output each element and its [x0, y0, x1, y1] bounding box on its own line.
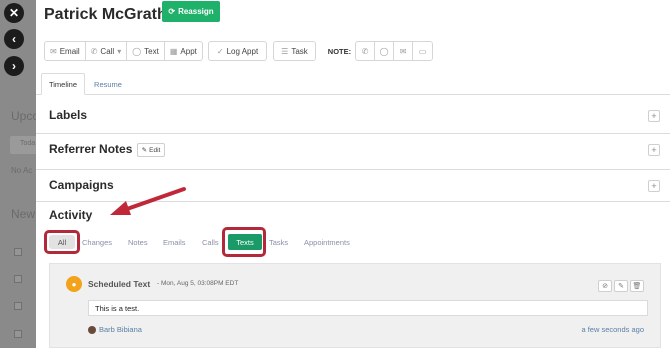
add-referrer-note-button[interactable]: + [648, 144, 660, 156]
background-checkbox [14, 302, 22, 310]
chevron-right-icon: › [12, 59, 16, 73]
person-detail-panel: Patrick McGrath ⟳ Reassign ✉ Email ✆ Call ▾… [36, 0, 670, 348]
list-icon: ☰ [281, 46, 289, 56]
chat-icon: ◯ [132, 46, 142, 56]
background-text: No Ac [11, 166, 33, 175]
plus-icon: + [651, 145, 657, 155]
person-name: Patrick McGrath [44, 6, 167, 23]
appt-button[interactable]: ▦ Appt [165, 42, 202, 60]
phone-icon: ✆ [361, 46, 369, 56]
background-checkbox [14, 248, 22, 256]
call-label: Call [100, 46, 115, 56]
activity-item: ● Scheduled Text - Mon, Aug 5, 03:08PM E… [49, 263, 661, 348]
message-body: This is a test. [88, 300, 648, 316]
next-button[interactable]: › [4, 56, 24, 76]
activity-item-actions: ⊘ ✎ 🗑 [598, 280, 644, 292]
note-icon: ▭ [418, 46, 427, 56]
check-icon: ✓ [216, 46, 224, 56]
note-general-button[interactable]: ▭ [413, 42, 432, 60]
reassign-button[interactable]: ⟳ Reassign [162, 1, 220, 22]
chevron-left-icon: ‹ [12, 32, 16, 46]
phone-icon: ✆ [90, 46, 98, 56]
tab-timeline[interactable]: Timeline [41, 73, 85, 95]
email-button[interactable]: ✉ Email [45, 42, 86, 60]
edit-icon: ✎ [618, 283, 624, 290]
chat-icon: ◯ [379, 46, 389, 56]
activity-item-date: - Mon, Aug 5, 03:08PM EDT [157, 280, 239, 287]
pencil-icon: ✎ [141, 147, 148, 154]
note-type-group: ✆ ◯ ✉ ▭ [355, 41, 434, 61]
plus-icon: + [651, 181, 657, 191]
background-overlay: Upco Toda No Ac New [0, 0, 36, 348]
background-checkbox [14, 330, 22, 338]
edit-label: Edit [149, 146, 161, 154]
previous-button[interactable]: ‹ [4, 29, 24, 49]
background-text: Toda [20, 140, 36, 147]
section-title-campaigns: Campaigns [49, 178, 114, 192]
background-checkbox [14, 275, 22, 283]
calendar-icon: ▦ [169, 46, 178, 56]
filter-calls[interactable]: Calls [202, 235, 219, 249]
caret-down-icon: ▾ [117, 46, 122, 56]
text-button[interactable]: ◯ Text [127, 42, 165, 60]
cancel-scheduled-button[interactable]: ⊘ [598, 280, 612, 292]
annotation-arrow [110, 187, 186, 215]
section-title-activity: Activity [49, 208, 93, 222]
chat-off-icon: ⊘ [602, 283, 608, 290]
contact-actions-group: ✉ Email ✆ Call ▾ ◯ Text ▦ Appt [44, 41, 203, 61]
appt-label: Appt [180, 46, 197, 56]
edit-referrer-notes-button[interactable]: ✎ Edit [137, 143, 165, 157]
add-campaign-button[interactable]: + [648, 180, 660, 192]
annotation-highlight-texts [222, 227, 266, 257]
section-title-referrer-notes: Referrer Notes [49, 142, 133, 156]
refresh-icon: ⟳ [168, 7, 176, 16]
tab-resume[interactable]: Resume [87, 73, 129, 95]
filter-emails[interactable]: Emails [163, 235, 186, 249]
trash-icon: 🗑 [632, 283, 642, 290]
close-button[interactable]: ✕ [4, 3, 24, 23]
background-text: New [11, 207, 36, 221]
annotation-highlight-all [44, 230, 80, 254]
activity-timestamp: a few seconds ago [581, 325, 644, 334]
email-icon: ✉ [50, 46, 57, 56]
reassign-label: Reassign [178, 7, 214, 16]
tabs: Timeline Resume [36, 73, 670, 95]
plus-icon: + [651, 111, 657, 121]
filter-changes[interactable]: Changes [82, 235, 112, 249]
log-appt-group: ✓ Log Appt [207, 41, 268, 61]
filter-tasks[interactable]: Tasks [269, 235, 288, 249]
message-icon: ● [66, 276, 82, 292]
author-name[interactable]: Barb Bibiana [99, 325, 142, 334]
activity-item-title: Scheduled Text [88, 279, 151, 289]
task-button[interactable]: ☰ Task [274, 42, 315, 60]
avatar [88, 325, 96, 334]
note-call-button[interactable]: ✆ [356, 42, 376, 60]
activity-author: Barb Bibiana [88, 325, 142, 334]
background-text: Upco [11, 109, 36, 123]
call-button[interactable]: ✆ Call ▾ [86, 42, 128, 60]
referrer-notes-section: Referrer Notes + [36, 134, 670, 170]
note-label: NOTE: [327, 46, 352, 56]
task-group: ☰ Task [273, 41, 316, 61]
note-text-button[interactable]: ◯ [375, 42, 395, 60]
task-label: Task [291, 46, 308, 56]
action-toolbar: ✉ Email ✆ Call ▾ ◯ Text ▦ Appt ✓ Log Appt ☰ Tas… [44, 41, 434, 61]
add-label-button[interactable]: + [648, 110, 660, 122]
header: Patrick McGrath [44, 4, 167, 26]
text-label: Text [144, 46, 159, 56]
email-label: Email [59, 46, 80, 56]
email-icon: ✉ [399, 46, 407, 56]
filter-appointments[interactable]: Appointments [304, 235, 350, 249]
labels-section: Labels + [36, 96, 670, 134]
section-title-labels: Labels [49, 108, 88, 122]
delete-item-button[interactable]: 🗑 [630, 280, 644, 292]
log-appt-label: Log Appt [226, 46, 259, 56]
edit-item-button[interactable]: ✎ [614, 280, 628, 292]
close-icon: ✕ [8, 6, 20, 20]
log-appt-button[interactable]: ✓ Log Appt [209, 42, 266, 60]
filter-notes[interactable]: Notes [128, 235, 148, 249]
note-email-button[interactable]: ✉ [394, 42, 414, 60]
